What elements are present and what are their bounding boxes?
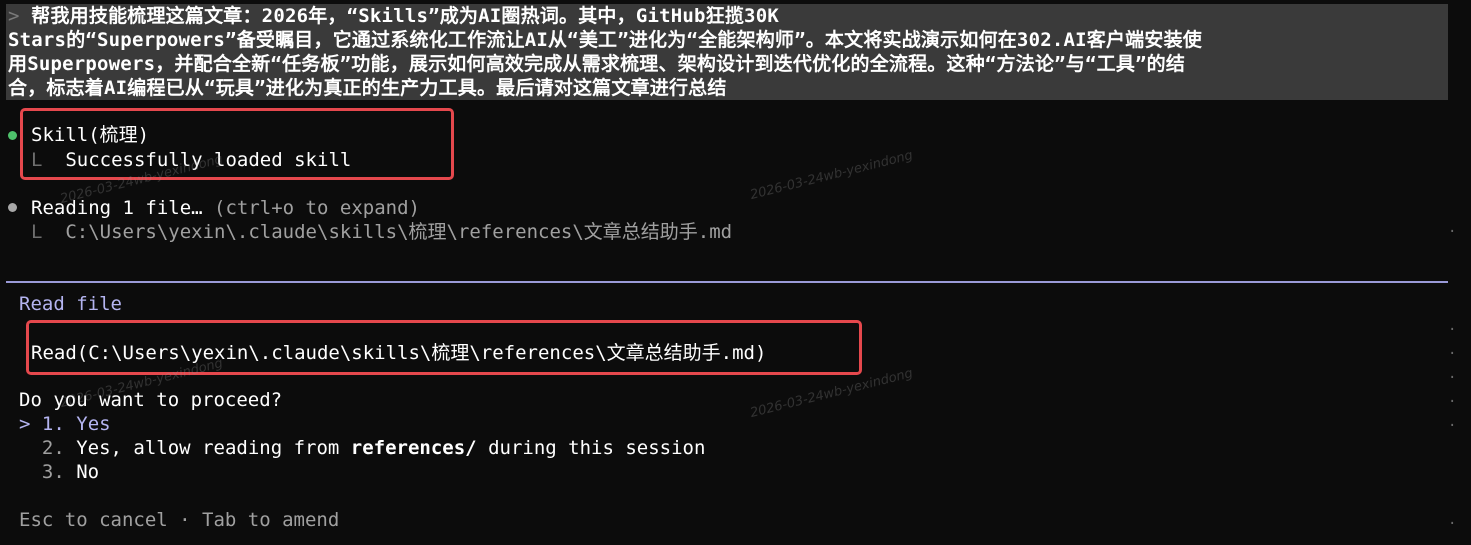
status-done-icon [8,131,17,140]
edge-marker: · [1448,224,1457,240]
dialog-heading: Read file [19,293,122,315]
highlight-box-command [26,320,862,375]
dialog-footer: Esc to cancel · Tab to amend [19,509,340,531]
proceed-question: Do you want to proceed? [19,389,283,411]
option-no[interactable]: 3. No [19,460,99,484]
edge-marker: · [1448,516,1457,532]
user-prompt-line-1: > 帮我用技能梳理这篇文章：2026年，“Skills”成为AI圈热词。其中，G… [8,5,779,27]
option-yes[interactable]: > 1. Yes [19,412,111,436]
watermark: 2026-03-24wb-yexindong [748,148,915,203]
selection-pointer-icon: > [19,413,31,435]
user-prompt-line-3: 用Superpowers，并配合全新“任务板”功能，展示如何高效完成从需求梳理、… [8,53,1186,75]
expand-hint[interactable]: (ctrl+o to expand) [214,197,420,219]
edge-marker: · [1448,394,1457,410]
edge-marker: · [1448,370,1457,386]
status-pending-icon [8,203,17,212]
user-prompt-line-2: Stars的“Superpowers”备受瞩目，它通过系统化工作流让AI从“美工… [8,29,1202,51]
tree-corner-icon: L [31,221,43,243]
edge-marker: · [1448,418,1457,434]
edge-marker: · [1448,322,1457,338]
edge-marker: · [1448,346,1457,362]
reading-path: C:\Users\yexin\.claude\skills\梳理\referen… [65,221,733,243]
highlight-box-skill [20,108,454,180]
reading-title: Reading 1 file… [31,197,203,219]
reading-path-line: L C:\Users\yexin\.claude\skills\梳理\refer… [31,220,732,244]
prompt-caret: > [8,5,20,27]
dialog-separator [6,281,1448,283]
option-yes-allow-session[interactable]: 2. Yes, allow reading from references/ d… [19,436,706,460]
user-prompt-line-4: 合，标志着AI编程已从“玩具”进化为真正的生产力工具。最后请对这篇文章进行总结 [8,77,727,99]
